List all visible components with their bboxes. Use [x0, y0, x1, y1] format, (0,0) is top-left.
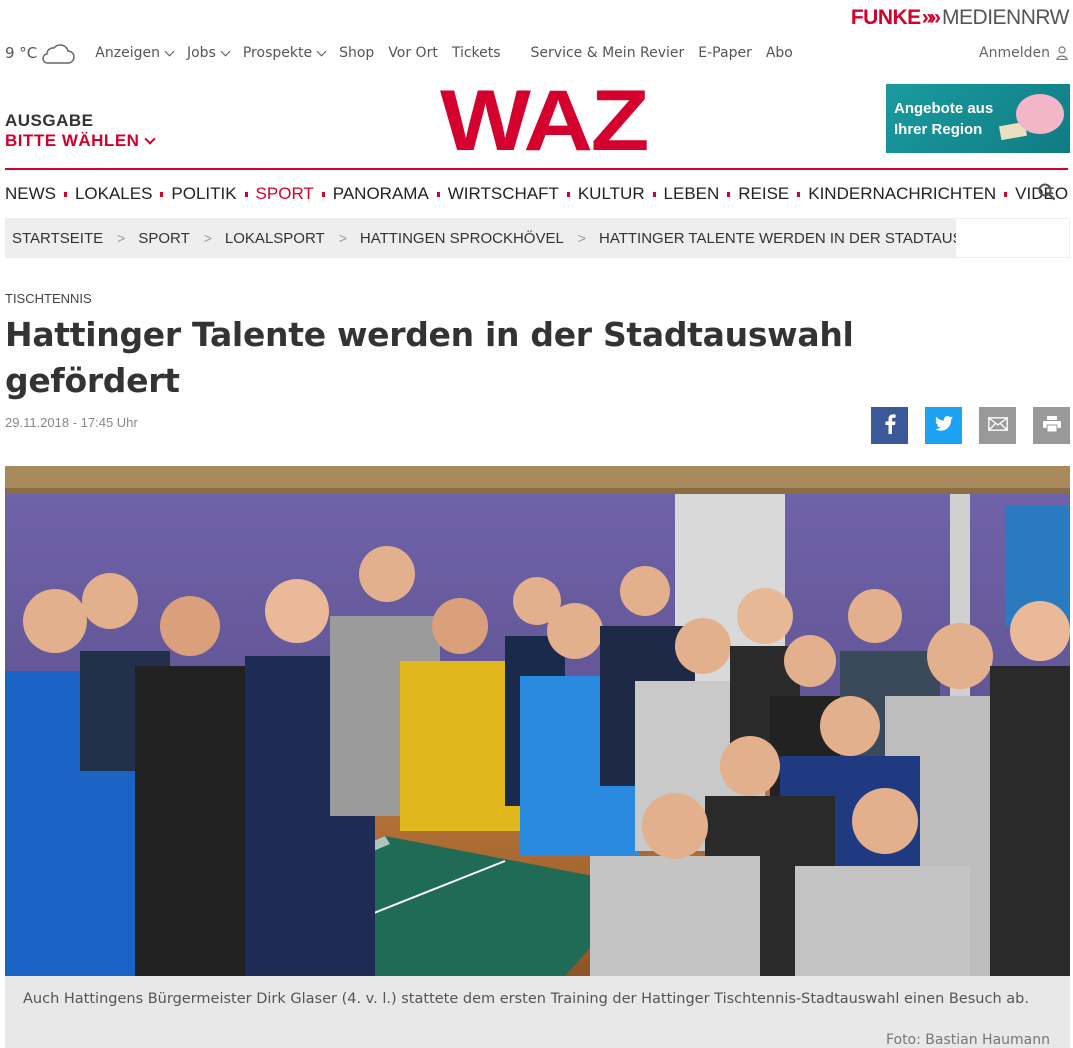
- nav-item-wirtschaft[interactable]: WIRTSCHAFT: [448, 184, 559, 204]
- chevron-down-icon: [316, 46, 327, 56]
- envelope-icon: [987, 416, 1008, 435]
- topnav-item-prospekte[interactable]: Prospekte: [242, 45, 327, 61]
- breadcrumb: STARTSEITE > SPORT > LOKALSPORT > HATTINGEN SP…: [5, 218, 1070, 258]
- photo-credit: Foto: Bastian Haumann: [885, 1032, 1050, 1048]
- waz-logo[interactable]: WAZ: [440, 78, 650, 164]
- chevron-down-icon: [220, 46, 231, 56]
- funke-brand-part1: FUNKE: [850, 6, 921, 29]
- weather-widget[interactable]: 9 °C: [5, 43, 76, 64]
- chevron-right-icon: >: [338, 230, 347, 246]
- twitter-share-button[interactable]: [925, 407, 962, 444]
- printer-icon: [1042, 415, 1061, 436]
- photo-caption: Auch Hattingens Bürgermeister Dirk Glase…: [5, 976, 1070, 1048]
- weather-temperature: 9 °C: [5, 44, 38, 62]
- nav-item-sport[interactable]: SPORT: [256, 184, 314, 204]
- chevron-right-icon: >: [577, 230, 586, 246]
- edition-select-label: BITTE WÄHLEN: [5, 131, 140, 150]
- facebook-icon: [884, 413, 896, 438]
- nav-separator: [160, 191, 164, 197]
- breadcrumb-item[interactable]: HATTINGEN SPROCKHÖVEL: [360, 230, 564, 247]
- nav-item-kultur[interactable]: KULTUR: [578, 184, 645, 204]
- nav-separator: [64, 191, 67, 197]
- login-label: Anmelden: [979, 45, 1050, 61]
- topnav-item-label: Abo: [765, 45, 793, 61]
- topnav-item-abo[interactable]: Abo: [766, 45, 793, 61]
- cloud-icon: [41, 43, 76, 64]
- facebook-share-button[interactable]: [871, 407, 908, 444]
- top-bar: 9 °C Anzeigen Jobs Prospekte Shop Vor Ort Tic…: [5, 38, 1068, 68]
- nav-separator: [1004, 191, 1008, 197]
- funke-brand-arrows: »»: [921, 6, 941, 29]
- breadcrumb-item[interactable]: SPORT: [138, 230, 189, 247]
- nav-item-reise[interactable]: REISE: [738, 184, 789, 204]
- nav-separator: [244, 191, 248, 197]
- nav-separator: [436, 191, 440, 197]
- user-icon: [1056, 46, 1068, 60]
- breadcrumb-end: [956, 219, 1069, 257]
- nav-separator: [652, 191, 656, 197]
- edition-label: AUSGABE: [5, 111, 94, 130]
- funke-brand-part2: MEDIENNRW: [942, 6, 1069, 29]
- topnav-item-service-mein-revier[interactable]: Service & Mein Revier: [531, 45, 685, 61]
- article-photo[interactable]: [5, 466, 1070, 976]
- nav-item-leben[interactable]: LEBEN: [664, 184, 720, 204]
- top-navigation: Anzeigen Jobs Prospekte Shop Vor Ort Tickets S…: [95, 45, 807, 61]
- topnav-item-label: Service & Mein Revier: [530, 45, 685, 61]
- breadcrumb-item[interactable]: LOKALSPORT: [225, 230, 325, 247]
- edition-selector[interactable]: AUSGABE BITTE WÄHLEN: [5, 111, 157, 151]
- masthead-divider: [5, 168, 1068, 170]
- login-link[interactable]: Anmelden: [979, 45, 1068, 61]
- nav-item-lokales[interactable]: LOKALES: [75, 184, 153, 204]
- promo-banner[interactable]: Angebote aus Ihrer Region: [886, 84, 1070, 153]
- article-kicker: TISCHTENNIS: [5, 291, 92, 306]
- nav-separator: [727, 191, 731, 197]
- chevron-right-icon: >: [117, 230, 126, 246]
- topnav-item-label: Tickets: [451, 45, 501, 61]
- chevron-down-icon: [144, 132, 157, 145]
- nav-item-kindernachrichten[interactable]: KINDERNACHRICHTEN: [808, 184, 996, 204]
- share-buttons: [854, 407, 1070, 444]
- nav-item-news[interactable]: NEWS: [5, 184, 56, 204]
- topnav-item-label: Anzeigen: [95, 45, 160, 61]
- article-date: 29.11.2018 - 17:45 Uhr: [5, 415, 138, 430]
- topnav-item-jobs[interactable]: Jobs: [186, 45, 231, 61]
- nav-separator: [566, 191, 570, 197]
- topnav-item-tickets[interactable]: Tickets: [452, 45, 501, 61]
- nav-item-panorama[interactable]: PANORAMA: [333, 184, 429, 204]
- topnav-item-vor-ort[interactable]: Vor Ort: [388, 45, 438, 61]
- team-photo-illustration: [5, 466, 1070, 976]
- topnav-item-label: E-Paper: [698, 45, 752, 61]
- twitter-icon: [934, 416, 953, 435]
- topnav-item-e-paper[interactable]: E-Paper: [698, 45, 752, 61]
- topnav-item-label: Prospekte: [242, 45, 313, 61]
- email-share-button[interactable]: [979, 407, 1016, 444]
- topnav-item-label: Vor Ort: [388, 45, 438, 61]
- topnav-item-label: Jobs: [186, 45, 216, 61]
- search-icon[interactable]: [1038, 183, 1056, 201]
- print-button[interactable]: [1033, 407, 1070, 444]
- article-headline: Hattinger Talente werden in der Stadtaus…: [5, 315, 854, 400]
- nav-item-politik[interactable]: POLITIK: [171, 184, 236, 204]
- chevron-right-icon: >: [203, 230, 212, 246]
- nav-separator: [797, 191, 801, 197]
- caption-text: Auch Hattingens Bürgermeister Dirk Glase…: [23, 991, 1029, 1007]
- breadcrumb-item[interactable]: STARTSEITE: [5, 230, 103, 247]
- funke-brand-logo[interactable]: FUNKE »» MEDIENNRW: [850, 6, 1070, 30]
- edition-select[interactable]: BITTE WÄHLEN: [5, 131, 157, 151]
- topnav-item-label: Shop: [339, 45, 375, 61]
- piggy-bank-illustration: [1016, 94, 1064, 134]
- nav-separator: [321, 191, 325, 197]
- topnav-item-anzeigen[interactable]: Anzeigen: [95, 45, 175, 61]
- main-navigation: NEWS LOKALES POLITIK SPORT PANORAMA WIRTSCHAF…: [5, 181, 1068, 207]
- topnav-item-shop[interactable]: Shop: [339, 45, 374, 61]
- chevron-down-icon: [164, 46, 175, 56]
